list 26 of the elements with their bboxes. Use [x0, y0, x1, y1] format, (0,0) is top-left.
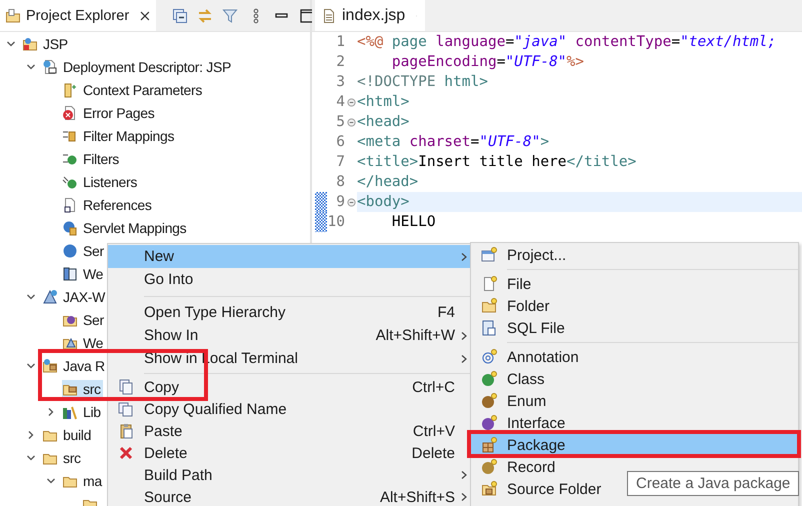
line-number: 3 [335, 74, 345, 90]
line-number: 9 [335, 194, 345, 210]
shortcut-label: F4 [437, 304, 455, 321]
code-line: <meta charset="UTF-8"> [357, 133, 550, 152]
code-line: </head> [357, 173, 420, 192]
line-number: 5 [335, 114, 345, 130]
line-number: 10 [327, 214, 345, 230]
code-line: <html> [357, 93, 410, 112]
code-line: <!DOCTYPE html> [357, 73, 489, 92]
code-line: <title>Insert title here</title> [357, 153, 638, 172]
code-line: pageEncoding="UTF-8"%> [390, 53, 585, 72]
line-number: 8 [335, 174, 345, 190]
shortcut-label: Alt+Shift+W [376, 327, 455, 344]
tooltip: Create a Java package [627, 471, 800, 496]
line-number: 2 [335, 54, 345, 70]
shortcut-label: Ctrl+C [412, 378, 455, 396]
code-line: <%@ page language="java" contentType="text/html; [357, 33, 778, 52]
shortcut-label: Delete [412, 444, 455, 462]
line-number: 4 [335, 94, 345, 110]
line-number: 6 [335, 134, 345, 150]
code-line: <head> [357, 113, 410, 132]
shortcut-label: Alt+Shift+S [380, 488, 455, 506]
code-line: HELLO [390, 213, 437, 232]
shortcut-label: Ctrl+V [412, 422, 455, 440]
line-number: 1 [335, 34, 345, 50]
line-number: 7 [335, 154, 345, 170]
